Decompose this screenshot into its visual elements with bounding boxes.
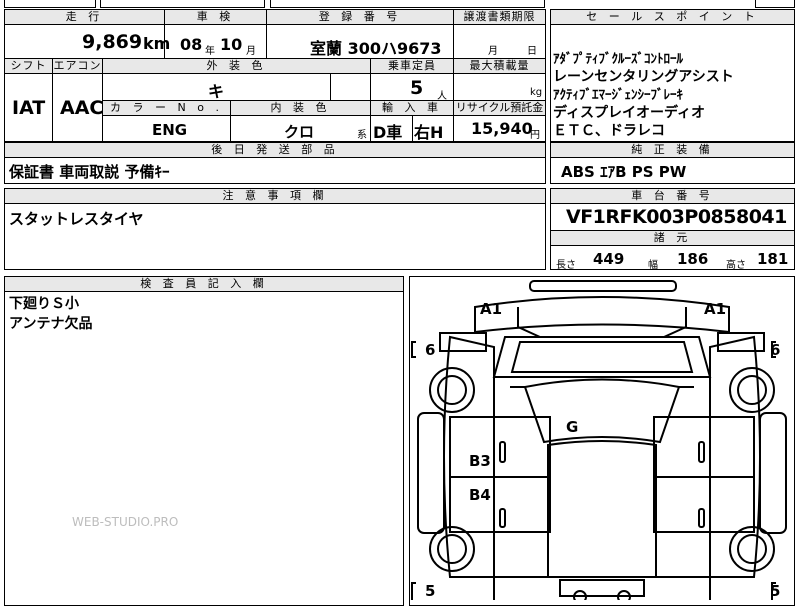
transfer-month-unit: 月 xyxy=(488,46,498,57)
exterior-color-value: キ xyxy=(208,82,225,101)
inspector-line-2: アンテナ欠品 xyxy=(9,316,93,332)
header-chassis-no: 車 台 番 号 xyxy=(551,189,794,204)
height-label: 高さ xyxy=(726,260,746,271)
max-load-unit: kg xyxy=(530,87,543,98)
header-color-no: カ ラ ー N o . xyxy=(103,101,230,116)
registration-value: 室蘭 300ハ9673 xyxy=(310,39,442,58)
sales-point-5: ＥＴＣ、ドラレコ xyxy=(553,123,665,139)
header-aircon: エアコン xyxy=(53,59,102,74)
top-strip-far xyxy=(755,0,795,8)
transfer-day-unit: 日 xyxy=(527,46,537,57)
header-dimensions: 諸 元 xyxy=(551,231,794,246)
color-no-value: ENG xyxy=(152,121,188,139)
mileage-unit: km xyxy=(143,34,171,53)
header-exterior-color: 外 装 色 xyxy=(103,59,370,74)
header-inspector-notes: 検 査 員 記 入 欄 xyxy=(5,277,403,292)
header-registration: 登 録 番 号 xyxy=(267,10,453,25)
mark-left-wheel-bottom: 5 xyxy=(425,582,436,600)
sales-point-1: ｱﾀﾞﾌﾟﾃｨﾌﾞｸﾙｰｽﾞｺﾝﾄﾛｰﾙ xyxy=(553,52,683,67)
mileage-value: 9,869 xyxy=(82,31,143,53)
width-label: 幅 xyxy=(648,260,658,271)
inspector-line-1: 下廻りＳ小 xyxy=(9,296,79,312)
inspection-month-unit: 月 xyxy=(246,46,256,57)
steering-value: 右H xyxy=(414,123,444,142)
top-strip-mid xyxy=(100,0,265,8)
header-import: 輸 入 車 xyxy=(371,101,453,116)
main-info-table xyxy=(4,9,546,142)
recycle-unit: 円 xyxy=(530,130,540,141)
height-value: 181 xyxy=(757,250,789,268)
watermark: WEB-STUDIO.PRO xyxy=(72,515,179,529)
notes-value: スタットレスタイヤ xyxy=(9,210,144,228)
mark-left-wheel-top: 6 xyxy=(425,341,436,359)
mark-front-left: A1 xyxy=(480,300,503,318)
header-later-parts: 後 日 発 送 部 品 xyxy=(5,143,545,158)
width-value: 186 xyxy=(677,250,709,268)
interior-color-value: クロ xyxy=(284,123,315,141)
sales-point-3: ｱｸﾃｨﾌﾞｴﾏｰｼﾞｪﾝｼｰﾌﾞﾚｰｷ xyxy=(553,88,683,103)
inspection-year-unit: 年 xyxy=(205,46,215,57)
sales-point-4: ディスプレイオーディオ xyxy=(553,105,706,121)
inspection-month: 10 xyxy=(220,35,243,54)
recycle-value: 15,940 xyxy=(471,119,533,138)
header-transfer-deadline: 譲渡書類期限 xyxy=(454,10,545,25)
interior-suffix: 系 xyxy=(357,130,367,141)
header-inspection: 車 検 xyxy=(165,10,266,25)
header-sales-points: セ ー ル ス ポ イ ン ト xyxy=(551,10,794,25)
header-mileage: 走 行 xyxy=(5,10,164,25)
mark-door-rear: B4 xyxy=(469,486,491,504)
top-strip-right xyxy=(270,0,545,8)
length-value: 449 xyxy=(593,250,625,268)
mark-windshield: G xyxy=(566,418,579,436)
header-shift: シフト xyxy=(5,59,52,74)
chassis-no-value: VF1RFK003P0858041 xyxy=(566,206,787,228)
mark-door-front: B3 xyxy=(469,452,491,470)
header-capacity: 乗車定員 xyxy=(371,59,453,74)
aircon-value: AAC xyxy=(60,97,104,119)
header-max-load: 最大積載量 xyxy=(454,59,545,74)
inspection-year: 08 xyxy=(180,35,203,54)
header-genuine-equipment: 純 正 装 備 xyxy=(551,143,794,158)
mark-right-wheel-bottom: 5 xyxy=(770,582,781,600)
later-parts-value: 保証書 車両取説 予備ｷｰ xyxy=(9,163,170,181)
capacity-value: 5 xyxy=(410,77,424,99)
mark-right-wheel-top: 6 xyxy=(770,341,781,359)
car-diagram xyxy=(411,280,787,600)
length-label: 長さ xyxy=(556,260,576,271)
header-recycle: リサイクル預託金 xyxy=(454,101,545,116)
header-interior-color: 内 装 色 xyxy=(231,101,370,116)
sales-point-2: レーンセンタリングアシスト xyxy=(553,69,734,85)
genuine-equipment-value: ABS ｴｱB PS PW xyxy=(561,163,687,181)
top-strip-left xyxy=(4,0,96,8)
mark-front-right: A1 xyxy=(704,300,727,318)
header-notes: 注 意 事 項 欄 xyxy=(5,189,545,204)
import-value: D車 xyxy=(373,123,403,142)
shift-value: IAT xyxy=(12,97,46,119)
